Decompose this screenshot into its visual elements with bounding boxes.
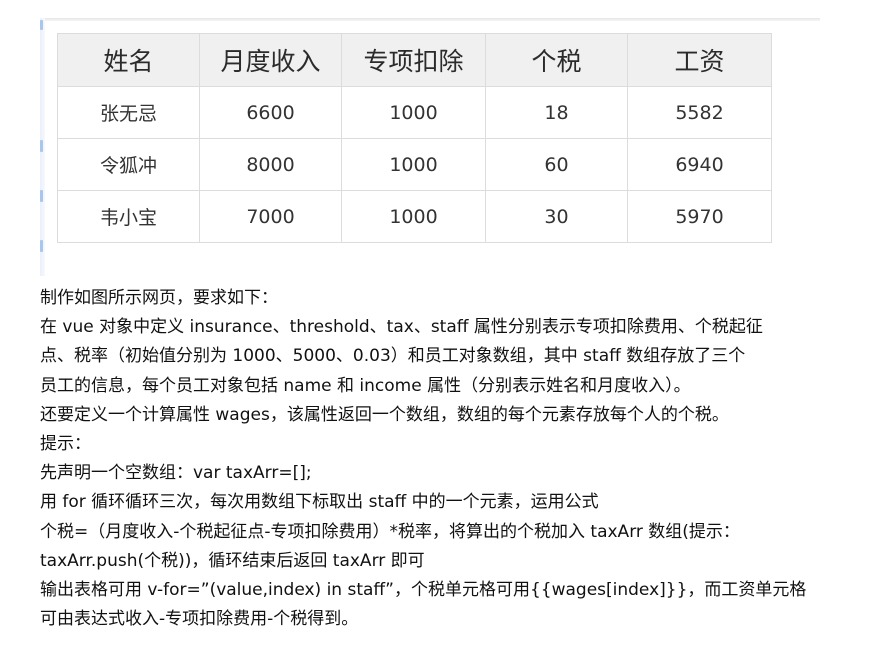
cell-name: 令狐冲	[57, 138, 200, 191]
table-header-row: 姓名 月度收入 专项扣除 个税 工资	[57, 33, 772, 87]
description-line: 输出表格可用 v-for=”(value,index) in staff”，个税…	[40, 580, 807, 601]
description-line: 个税=（月度收入-个税起征点-专项扣除费用）*税率，将算出的个税加入 taxAr…	[40, 521, 740, 542]
description-line: 员工的信息，每个员工对象包括 name 和 income 属性（分别表示姓名和月…	[40, 375, 691, 396]
cell-wages: 6940	[627, 138, 772, 191]
header-deduction: 专项扣除	[341, 33, 486, 87]
description-line: 制作如图所示网页，要求如下：	[40, 288, 278, 308]
cell-deduction: 1000	[341, 86, 486, 139]
header-income: 月度收入	[199, 33, 342, 87]
table-row: 令狐冲 8000 1000 60 6940	[57, 138, 772, 191]
cell-income: 6600	[199, 86, 342, 139]
description-line: taxArr.push(个税))，循环结束后返回 taxArr 即可	[40, 550, 425, 571]
description-line: 还要定义一个计算属性 wages，该属性返回一个数组，数组的每个元素存放每个人的…	[40, 404, 729, 425]
description-line: 可由表达式收入-专项扣除费用-个税得到。	[40, 609, 359, 630]
cell-name: 韦小宝	[57, 190, 200, 243]
description-line: 点、税率（初始值分别为 1000、5000、0.03）和员工对象数组，其中 st…	[40, 346, 746, 367]
cell-deduction: 1000	[341, 190, 486, 243]
cell-tax: 60	[485, 138, 628, 191]
description-line: 提示：	[40, 434, 91, 455]
description-line: 用 for 循环循环三次，每次用数组下标取出 staff 中的一个元素，运用公式	[40, 492, 599, 513]
cell-income: 8000	[199, 138, 342, 191]
accent-mark	[40, 240, 43, 252]
header-name: 姓名	[57, 33, 200, 87]
header-tax: 个税	[485, 33, 628, 87]
accent-mark	[40, 140, 43, 152]
cell-deduction: 1000	[341, 138, 486, 191]
accent-mark	[40, 190, 43, 202]
top-rule	[40, 18, 820, 21]
staff-table: 姓名 月度收入 专项扣除 个税 工资 张无忌 6600 1000 18 5582…	[57, 33, 772, 243]
cell-tax: 30	[485, 190, 628, 243]
description-line: 先声明一个空数组：var taxArr=[];	[40, 463, 312, 484]
cell-wages: 5582	[627, 86, 772, 139]
table-row: 韦小宝 7000 1000 30 5970	[57, 190, 772, 243]
description-line: 在 vue 对象中定义 insurance、threshold、tax、staf…	[40, 317, 763, 338]
table-row: 张无忌 6600 1000 18 5582	[57, 86, 772, 139]
assignment-description: 制作如图所示网页，要求如下： 在 vue 对象中定义 insurance、thr…	[40, 284, 840, 634]
header-wages: 工资	[627, 33, 772, 87]
cell-income: 7000	[199, 190, 342, 243]
cell-wages: 5970	[627, 190, 772, 243]
staff-table-container: 姓名 月度收入 专项扣除 个税 工资 张无忌 6600 1000 18 5582…	[57, 33, 772, 243]
cell-name: 张无忌	[57, 86, 200, 139]
left-accent-strip	[40, 18, 45, 276]
cell-tax: 18	[485, 86, 628, 139]
accent-mark	[40, 20, 43, 30]
